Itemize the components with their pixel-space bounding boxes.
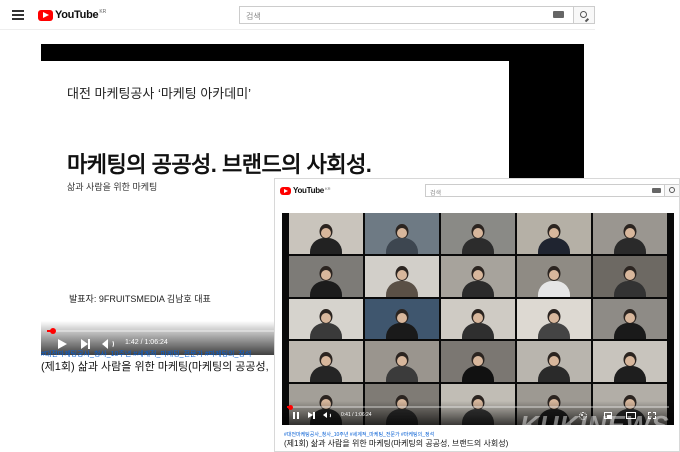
youtube-logo[interactable]: YouTube KR xyxy=(280,186,331,195)
participant-tile xyxy=(289,255,363,297)
volume-icon[interactable] xyxy=(102,339,116,349)
search-icon xyxy=(669,187,675,193)
participant-tile xyxy=(289,213,363,254)
time-display: 1:42 / 1:06:24 xyxy=(125,339,168,346)
next-icon[interactable] xyxy=(81,339,91,349)
youtube-play-icon xyxy=(280,186,291,195)
participant-tile xyxy=(517,255,591,297)
participant-tile xyxy=(365,213,439,254)
participant-tile xyxy=(593,213,667,254)
time-display: 0:41 / 1:06:24 xyxy=(341,412,372,418)
participant-tile xyxy=(517,213,591,254)
youtube-play-icon xyxy=(38,9,53,21)
scrubber-handle[interactable] xyxy=(288,404,293,410)
slide-presenter: 발표자: 9FRUITSMEDIA 김남호 대표 xyxy=(69,294,211,304)
participant-tile xyxy=(441,255,515,297)
participant-tile xyxy=(517,298,591,340)
play-icon[interactable] xyxy=(58,339,67,349)
participant-tile xyxy=(593,255,667,297)
participant-tile xyxy=(365,341,439,383)
logo-region: KR xyxy=(99,9,107,15)
svg-text:KUKINEWS: KUKINEWS xyxy=(520,410,670,440)
participant-tile xyxy=(441,298,515,340)
logo-text: YouTube xyxy=(55,9,99,21)
video-call-grid xyxy=(289,213,667,425)
keyboard-icon[interactable] xyxy=(652,188,661,193)
hashtags[interactable]: #대전마케팅공사_청사_10주년 #세계적_마케팅_전문가 #마케팅의_정석 xyxy=(284,431,434,438)
participant-tile xyxy=(289,341,363,383)
participant-tile xyxy=(441,213,515,254)
logo-region: KR xyxy=(324,186,331,191)
volume-icon[interactable] xyxy=(323,412,333,419)
participant-tile xyxy=(593,298,667,340)
watermark: KUKINEWS xyxy=(520,408,670,447)
menu-icon[interactable] xyxy=(12,10,24,20)
search-input[interactable]: 검색 xyxy=(239,6,574,24)
next-icon[interactable] xyxy=(308,412,316,419)
participant-tile xyxy=(441,341,515,383)
participant-tile xyxy=(365,298,439,340)
youtube-logo[interactable]: YouTube KR xyxy=(38,9,106,21)
participant-tile xyxy=(289,298,363,340)
search-input[interactable]: 검색 xyxy=(425,184,665,197)
slide-subtitle: 삶과 사람을 위한 마케팅 xyxy=(67,182,158,192)
search-button[interactable] xyxy=(665,184,679,197)
participant-tile xyxy=(517,341,591,383)
video-title: (제1회) 삶과 사람을 위한 마케팅(마케팅의 공공성, 브랜드의 사회성) xyxy=(284,439,509,448)
keyboard-icon[interactable] xyxy=(553,11,564,18)
video-title: (제1회) 삶과 사람을 위한 마케팅(마케팅의 공공성, xyxy=(41,361,269,373)
progress-bar[interactable] xyxy=(47,328,274,334)
search-button[interactable] xyxy=(574,6,595,24)
kukinews-watermark-logo: KUKINEWS xyxy=(520,410,670,440)
slide-header: 대전 마케팅공사 ‘마케팅 아카데미’ xyxy=(67,86,252,101)
masthead: YouTube KR 검색 xyxy=(0,0,595,30)
slide-title: 마케팅의 공공성. 브랜드의 사회성. xyxy=(67,152,372,177)
search-icon xyxy=(580,11,587,18)
participant-tile xyxy=(593,341,667,383)
pause-icon[interactable] xyxy=(293,412,300,419)
logo-text: YouTube xyxy=(293,186,324,195)
participant-tile xyxy=(365,255,439,297)
video-player[interactable]: 0:41 / 1:06:24 xyxy=(282,213,674,425)
scrubber-handle[interactable] xyxy=(50,328,56,334)
masthead: YouTube KR 검색 xyxy=(275,179,679,201)
